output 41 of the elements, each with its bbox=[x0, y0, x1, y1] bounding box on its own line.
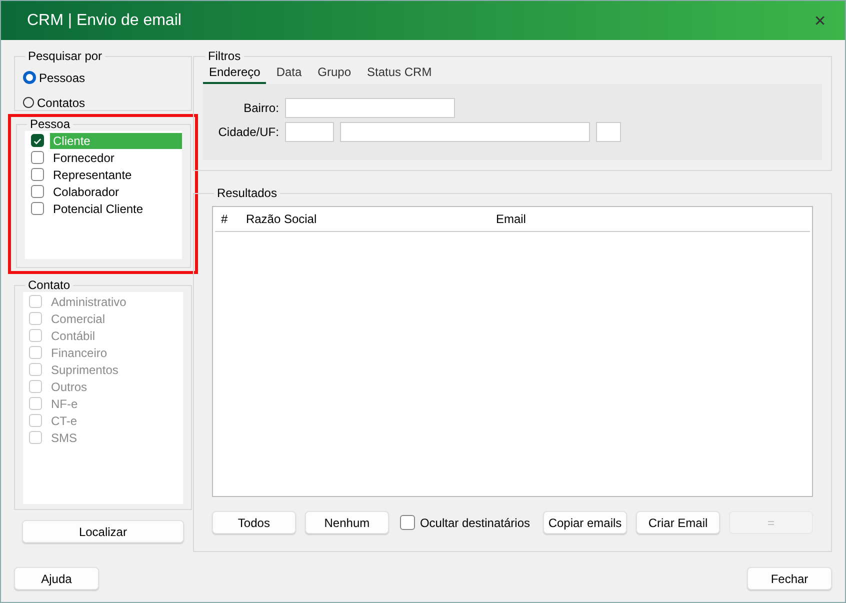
tab[interactable]: Status CRM bbox=[361, 65, 438, 84]
tab[interactable]: Grupo bbox=[312, 65, 358, 84]
input-field[interactable] bbox=[284, 122, 334, 142]
checkbox[interactable] bbox=[31, 202, 44, 215]
group-title: Resultados bbox=[216, 186, 278, 200]
hide-recipients-checkbox[interactable]: Ocultar destinatários bbox=[400, 515, 530, 530]
field-label: Cidade/UF: bbox=[217, 125, 279, 139]
list-item[interactable]: Potencial Cliente bbox=[50, 200, 182, 216]
radio-icon bbox=[23, 97, 34, 108]
group-title: Filtros bbox=[206, 49, 242, 63]
group-title: Pessoa bbox=[29, 117, 72, 131]
column-header[interactable]: Email bbox=[496, 212, 810, 226]
checkbox[interactable] bbox=[31, 151, 44, 164]
action-button[interactable]: Todos bbox=[212, 511, 296, 534]
checkbox[interactable] bbox=[31, 168, 44, 181]
checkbox[interactable] bbox=[400, 515, 415, 530]
localizar-button[interactable]: Localizar bbox=[22, 520, 184, 543]
radio-option[interactable]: Contatos bbox=[23, 90, 183, 115]
input-field[interactable] bbox=[340, 122, 590, 142]
action-button[interactable]: Copiar emails bbox=[543, 511, 627, 534]
field-label: Bairro: bbox=[242, 101, 279, 115]
list-item[interactable]: Representante bbox=[50, 166, 182, 182]
checkbox[interactable] bbox=[31, 134, 44, 147]
list-item[interactable]: Colaborador bbox=[50, 184, 182, 200]
list-item[interactable]: Fornecedor bbox=[50, 150, 182, 166]
close-dialog-button[interactable]: Fechar bbox=[747, 567, 832, 590]
input-field[interactable] bbox=[284, 98, 455, 118]
input-field[interactable] bbox=[596, 122, 621, 142]
action-button[interactable]: Nenhum bbox=[304, 511, 389, 534]
close-button[interactable]: ✕ bbox=[805, 6, 835, 36]
radio-icon bbox=[23, 71, 36, 84]
window-title: CRM | Envio de email bbox=[27, 12, 182, 30]
action-button[interactable]: Criar Email bbox=[636, 511, 720, 534]
column-header[interactable]: # bbox=[214, 212, 246, 226]
radio-option[interactable]: Pessoas bbox=[23, 65, 183, 90]
checkbox[interactable] bbox=[31, 185, 44, 198]
group-title: Contato bbox=[27, 278, 72, 292]
help-button[interactable]: Ajuda bbox=[14, 567, 99, 590]
tab[interactable]: Data bbox=[270, 65, 308, 84]
group-title: Pesquisar por bbox=[27, 49, 104, 63]
column-header[interactable]: Razão Social bbox=[246, 212, 496, 226]
